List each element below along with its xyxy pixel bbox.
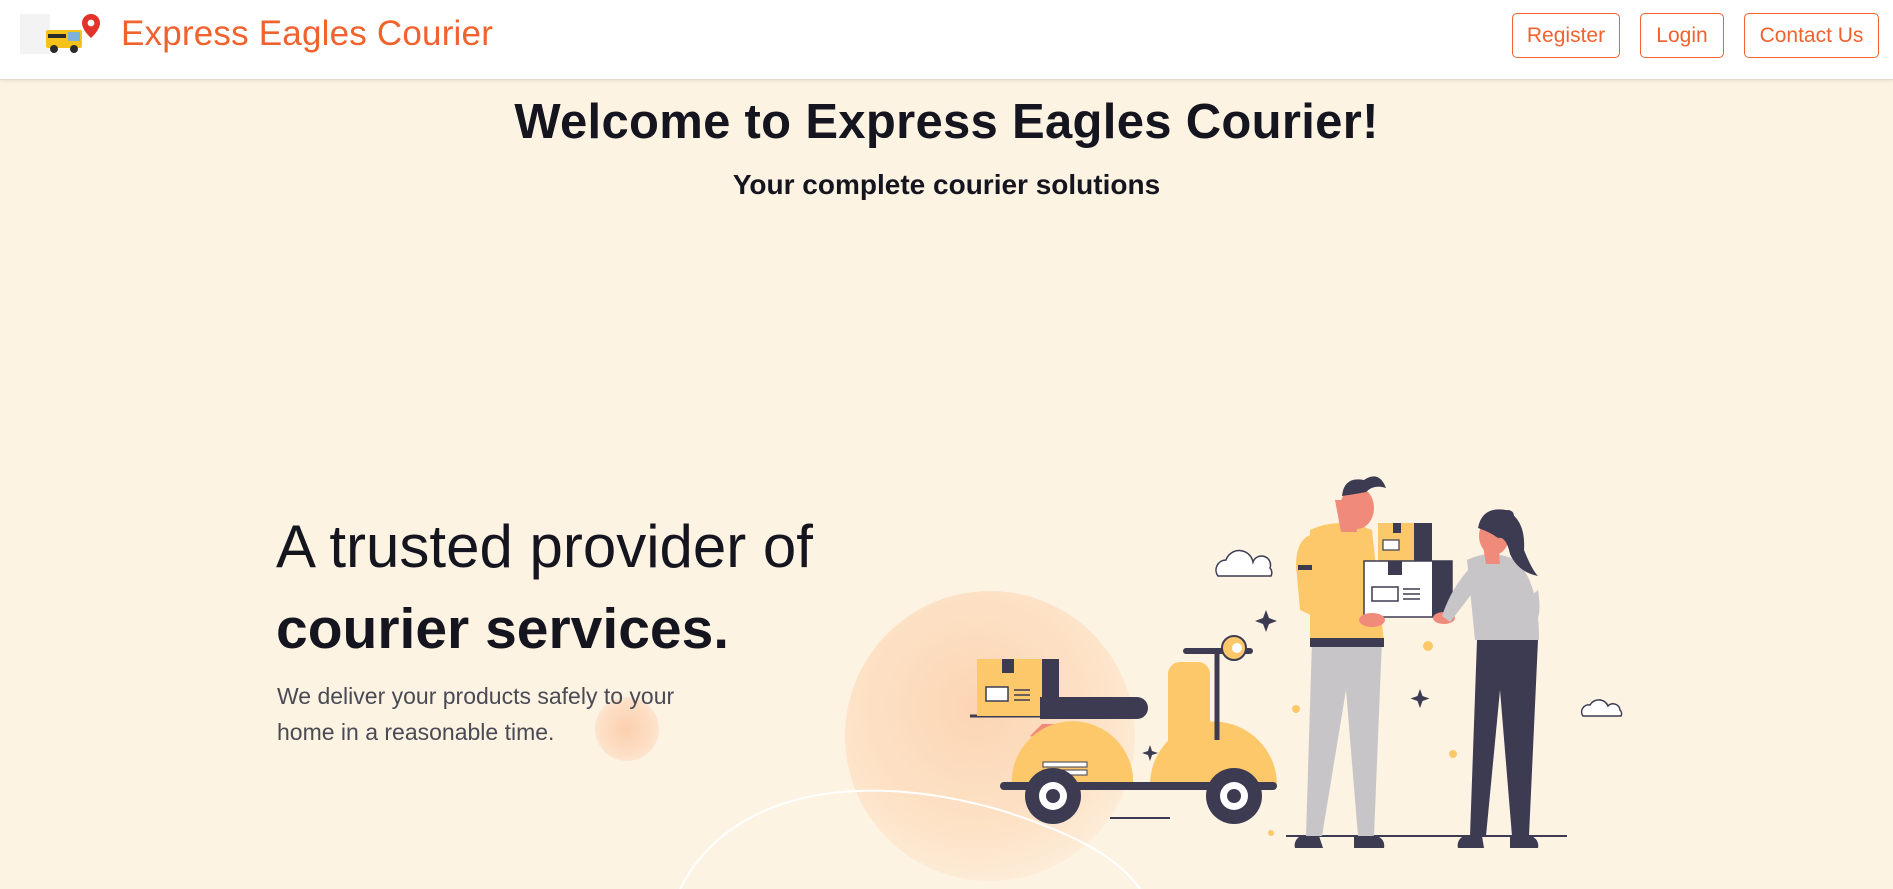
parcel-boxes (1359, 523, 1455, 627)
courier-man-figure (1294, 476, 1386, 848)
courier-delivery-illustration (679, 476, 1623, 889)
customer-woman-figure (1442, 509, 1540, 848)
sparkle-icon (1410, 689, 1430, 708)
sparkle-icon (1255, 610, 1277, 632)
sparkle-icon (1142, 745, 1158, 761)
cloud-icon (1580, 699, 1623, 717)
cloud-icon (1215, 549, 1273, 577)
delivery-scooter (970, 635, 1277, 824)
